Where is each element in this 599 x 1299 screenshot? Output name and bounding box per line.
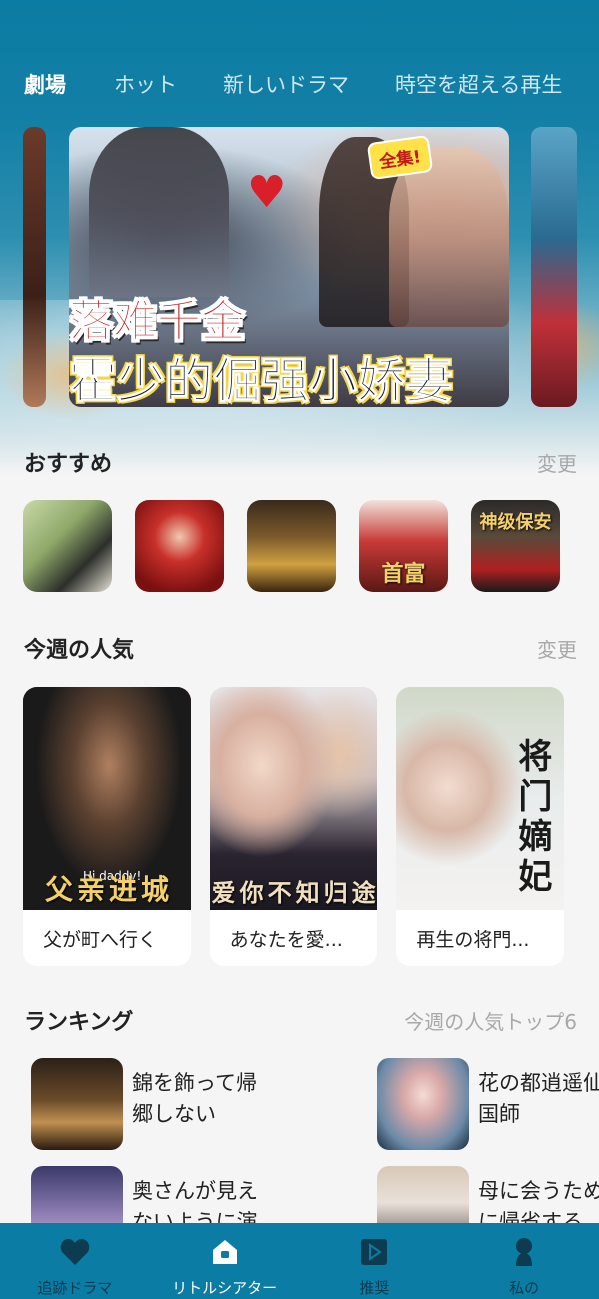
play-icon [359,1237,389,1267]
home-icon [210,1237,240,1267]
weekly-card-title: 父が町へ行く [43,928,158,951]
ranking-item[interactable]: 花の都逍遥仙国師 [377,1058,599,1150]
ranking-cover [31,1058,123,1150]
nav-little-theater[interactable]: リトルシアター [150,1223,300,1299]
banner-title-line1: 落难千金 [69,296,246,348]
nav-label: 推奨 [359,1279,390,1297]
nav-label: リトルシアター [172,1279,278,1297]
tab-theater[interactable]: 劇場 [24,69,66,99]
recommend-item[interactable] [23,500,112,592]
cover-title-art: 父亲进城 [44,873,173,906]
weekly-card-title: 再生の将門... [416,928,530,951]
ranking-cover [377,1058,469,1150]
refresh-button[interactable]: 変更 [537,448,577,477]
refresh-button[interactable]: 変更 [537,634,577,663]
recommend-item[interactable]: 神级保安 [471,500,560,592]
weekly-card[interactable]: Hi,daddy! 父亲进城 父が町へ行く [23,687,191,966]
thumb-overlay-text: 神级保安 [479,512,552,533]
thumb-overlay-text: 首富 [381,561,426,587]
weekly-card[interactable]: 爱你不知归途 あなたを愛... [209,687,378,966]
weekly-header: 今週の人気 変更 [24,632,577,664]
nav-recommend[interactable]: 推奨 [300,1223,450,1299]
weekly-cover: Hi,daddy! 父亲进城 [23,687,191,910]
banner-title-line2: 霍少的倔强小娇妻 [69,353,454,408]
ranking-item[interactable]: 錦を飾って帰郷しない [31,1058,272,1150]
weekly-card-title: あなたを愛... [229,928,343,951]
banner-next-slide[interactable] [531,127,577,407]
ranking-item-title: 錦を飾って帰郷しない [132,1071,257,1126]
banner-figure-man [89,127,229,297]
ranking-item-title: 花の都逍遥仙国師 [478,1071,599,1126]
weekly-list: Hi,daddy! 父亲进城 父が町へ行く 爱你不知归途 あなたを愛... 将门… [23,687,583,967]
section-title: おすすめ [24,452,113,477]
nav-label: 私の [509,1279,540,1297]
bottom-navigation: 追跡ドラマ リトルシアター 推奨 私の [0,1223,599,1299]
nav-label: 追跡ドラマ [37,1279,113,1297]
tab-new-drama[interactable]: 新しいドラマ [223,69,349,99]
top-tab-bar: 劇場 ホット 新しいドラマ 時空を超える再生 [24,64,599,104]
featured-banner[interactable]: ♥ 全集! 落难千金 霍少的倔强小娇妻 [69,127,509,407]
ranking-subtitle[interactable]: 今週の人気トップ6 [404,1006,577,1035]
tab-hot[interactable]: ホット [114,69,177,99]
user-icon [509,1237,539,1267]
recommend-header: おすすめ 変更 [24,446,577,478]
section-title: 今週の人気 [24,638,135,663]
weekly-card[interactable]: 将门嫡妃 再生の将門... [396,687,565,966]
heart-icon [60,1237,90,1267]
nav-profile[interactable]: 私の [449,1223,599,1299]
tab-time-travel[interactable]: 時空を超える再生 [395,69,562,99]
recommend-list: 首富 神级保安 [23,500,583,593]
weekly-cover: 将门嫡妃 [396,687,565,910]
cover-title-art: 爱你不知归途 [211,878,378,907]
heart-icon: ♥ [247,167,287,218]
nav-following[interactable]: 追跡ドラマ [0,1223,150,1299]
recommend-item[interactable]: 首富 [359,500,448,592]
recommend-item[interactable] [247,500,336,592]
banner-prev-slide[interactable] [23,127,46,407]
cover-title-art: 将门嫡妃 [518,737,553,897]
section-title: ランキング [24,1010,134,1035]
weekly-cover: 爱你不知归途 [209,687,378,910]
ranking-header: ランキング 今週の人気トップ6 [24,1004,577,1036]
recommend-item[interactable] [135,500,224,592]
